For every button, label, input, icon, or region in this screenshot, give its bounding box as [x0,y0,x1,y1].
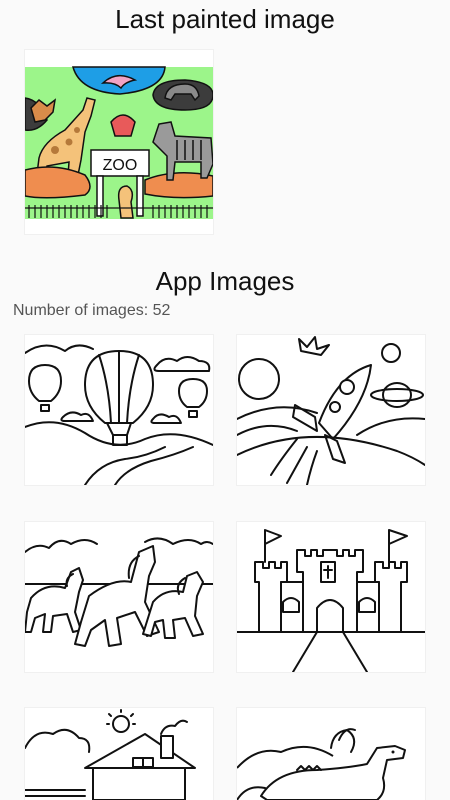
castle-icon [237,529,425,672]
image-thumbnail[interactable] [25,522,213,672]
last-painted-title: Last painted image [115,4,335,34]
space-rocket-icon [237,336,425,485]
last-painted-image[interactable]: ZOO [25,50,213,234]
images-count: Number of images: 52 [13,302,171,319]
image-thumbnail[interactable] [237,335,425,485]
hot-air-balloons-icon [25,344,213,485]
zoo-sign-text: ZOO [103,157,138,174]
app-images-title: App Images [155,266,295,296]
horses-icon [25,537,213,647]
house-icon [25,709,196,800]
image-thumbnail[interactable] [25,335,213,485]
dinosaur-icon [237,728,406,800]
zoo-painting-image: ZOO [25,50,213,234]
image-thumbnail[interactable] [25,708,213,800]
image-thumbnail[interactable] [237,522,425,672]
image-thumbnail[interactable] [237,708,425,800]
